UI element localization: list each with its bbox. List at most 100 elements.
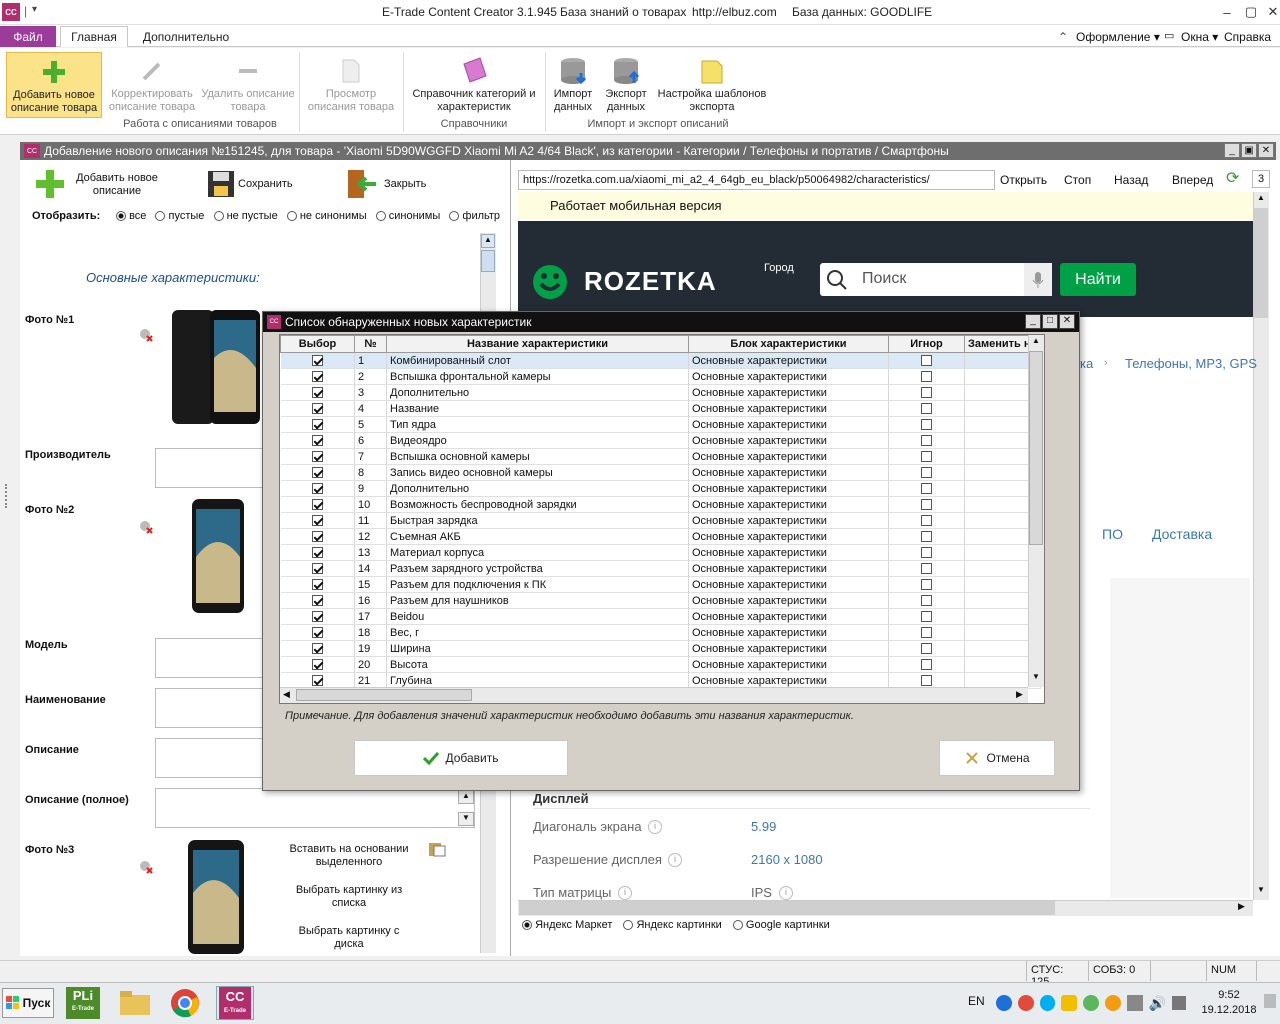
show-desktop-icon[interactable]: [1264, 994, 1276, 1008]
floppy-save-icon[interactable]: [206, 169, 236, 199]
table-row[interactable]: 11 Быстрая зарядка Основные характеристики: [280, 512, 1041, 529]
content-creator-task-icon[interactable]: CC E-Trade: [216, 986, 254, 1020]
pick-from-list-link[interactable]: Выбрать картинку из списка: [286, 884, 412, 910]
grid-scroll-left-icon[interactable]: ◀: [283, 689, 290, 700]
filter-not-empty[interactable]: не пустые: [213, 210, 278, 222]
select-checkbox[interactable]: [311, 579, 323, 591]
grid-scroll-right-icon[interactable]: ▶: [1016, 689, 1023, 700]
select-checkbox[interactable]: [311, 419, 323, 431]
name-cell[interactable]: Быстрая зарядка: [386, 512, 689, 529]
ignore-checkbox[interactable]: [921, 643, 932, 655]
minimize-icon[interactable]: –: [1216, 3, 1238, 21]
info-icon[interactable]: i: [779, 886, 793, 900]
block-cell[interactable]: Основные характеристики: [688, 480, 889, 497]
doc-restore-icon[interactable]: ▣: [1241, 143, 1257, 158]
grid-hscroll-thumb[interactable]: [296, 689, 472, 701]
select-cell[interactable]: [280, 512, 355, 529]
name-cell[interactable]: Возможность беспроводной зарядки: [386, 496, 689, 513]
ignore-checkbox[interactable]: [921, 419, 932, 431]
name-cell[interactable]: Видеоядро: [386, 432, 689, 449]
description-full-input[interactable]: [155, 788, 475, 828]
select-checkbox[interactable]: [311, 355, 323, 367]
block-cell[interactable]: Основные характеристики: [688, 640, 889, 657]
select-cell[interactable]: [280, 368, 355, 385]
refresh-icon[interactable]: ⟳: [1226, 170, 1244, 188]
grid-scroll-down-icon[interactable]: ▼: [1029, 672, 1043, 686]
ignore-checkbox[interactable]: [921, 515, 932, 527]
ignore-cell[interactable]: [888, 432, 965, 449]
name-cell[interactable]: Разъем для наушников: [386, 592, 689, 609]
desc-scroll-down-icon[interactable]: ▼: [458, 812, 474, 826]
breadcrumb-phones[interactable]: Телефоны, MP3, GPS: [1125, 356, 1257, 371]
tab-delivery[interactable]: Доставка: [1152, 526, 1212, 542]
table-row[interactable]: 1 Комбинированный слот Основные характерис…: [280, 352, 1041, 369]
import-button[interactable]: Импорт данных: [548, 52, 598, 118]
theme-menu[interactable]: Оформление ▾: [1076, 30, 1160, 44]
select-cell[interactable]: [280, 544, 355, 561]
name-cell[interactable]: Высота: [386, 656, 689, 673]
windows-menu[interactable]: Окна ▾: [1181, 30, 1218, 44]
view-description-button[interactable]: Просмотр описания товара: [302, 52, 400, 118]
file-menu[interactable]: Файл: [0, 26, 56, 47]
name-cell[interactable]: Комбинированный слот: [386, 352, 689, 369]
select-cell[interactable]: [280, 448, 355, 465]
start-button[interactable]: Пуск: [2, 988, 54, 1018]
select-cell[interactable]: [280, 560, 355, 577]
select-checkbox[interactable]: [311, 499, 323, 511]
export-templates-button[interactable]: Настройка шаблонов экспорта: [656, 52, 768, 118]
block-cell[interactable]: Основные характеристики: [688, 512, 889, 529]
tab-main[interactable]: Главная: [60, 26, 128, 47]
breadcrumb-partial[interactable]: ка: [1080, 356, 1093, 371]
select-checkbox[interactable]: [311, 611, 323, 623]
ignore-cell[interactable]: [888, 624, 965, 641]
select-cell[interactable]: [280, 496, 355, 513]
warning-tray-icon[interactable]: [1061, 995, 1078, 1011]
ignore-cell[interactable]: [888, 512, 965, 529]
table-row[interactable]: 10 Возможность беспроводной зарядки Основн…: [280, 496, 1041, 513]
ignore-checkbox[interactable]: [921, 595, 932, 607]
filter-custom[interactable]: фильтр: [449, 210, 500, 222]
doc-minimize-icon[interactable]: _: [1224, 143, 1240, 158]
table-row[interactable]: 16 Разъем для наушников Основные характери…: [280, 592, 1041, 609]
table-row[interactable]: 4 Название Основные характеристики: [280, 400, 1041, 417]
tab-extra[interactable]: Дополнительно: [134, 26, 238, 47]
grid-scroll-up-icon[interactable]: ▲: [1029, 336, 1043, 350]
table-row[interactable]: 9 Дополнительно Основные характеристики: [280, 480, 1041, 497]
table-row[interactable]: 8 Запись видео основной камеры Основные ха…: [280, 464, 1041, 481]
save-link[interactable]: Сохранить: [238, 178, 293, 190]
ignore-checkbox[interactable]: [921, 627, 932, 639]
block-cell[interactable]: Основные характеристики: [688, 416, 889, 433]
select-checkbox[interactable]: [311, 387, 323, 399]
table-row[interactable]: 6 Видеоядро Основные характеристики: [280, 432, 1041, 449]
filter-synonyms[interactable]: синонимы: [375, 210, 440, 222]
select-checkbox[interactable]: [311, 371, 323, 383]
zoom-counter[interactable]: 3: [1252, 170, 1270, 188]
name-cell[interactable]: Вес, г: [386, 624, 689, 641]
pick-from-disk-link[interactable]: Выбрать картинку с диска: [286, 925, 412, 951]
ignore-checkbox[interactable]: [921, 403, 932, 415]
language-indicator[interactable]: EN: [968, 994, 985, 1008]
tab-po[interactable]: ПО: [1102, 526, 1123, 542]
table-row[interactable]: 3 Дополнительно Основные характеристики: [280, 384, 1041, 401]
select-cell[interactable]: [280, 352, 355, 369]
ignore-cell[interactable]: [888, 544, 965, 561]
exit-door-icon[interactable]: [346, 168, 380, 200]
name-cell[interactable]: Тип ядра: [386, 416, 689, 433]
delete-photo3-icon[interactable]: [139, 860, 153, 874]
manufacturer-input[interactable]: [155, 448, 265, 488]
select-cell[interactable]: [280, 592, 355, 609]
add-description-link[interactable]: Добавить новое описание: [72, 172, 162, 198]
table-row[interactable]: 20 Высота Основные характеристики: [280, 656, 1041, 673]
ignore-cell[interactable]: [888, 384, 965, 401]
select-checkbox[interactable]: [311, 547, 323, 559]
select-checkbox[interactable]: [311, 627, 323, 639]
block-cell[interactable]: Основные характеристики: [688, 368, 889, 385]
name-cell[interactable]: Материал корпуса: [386, 544, 689, 561]
name-cell[interactable]: Ширина: [386, 640, 689, 657]
delete-photo1-icon[interactable]: [139, 328, 153, 342]
source-yandex-market[interactable]: Яндекс Маркет: [522, 919, 612, 931]
name-cell[interactable]: Дополнительно: [386, 384, 689, 401]
ignore-cell[interactable]: [888, 640, 965, 657]
select-checkbox[interactable]: [311, 531, 323, 543]
select-cell[interactable]: [280, 400, 355, 417]
